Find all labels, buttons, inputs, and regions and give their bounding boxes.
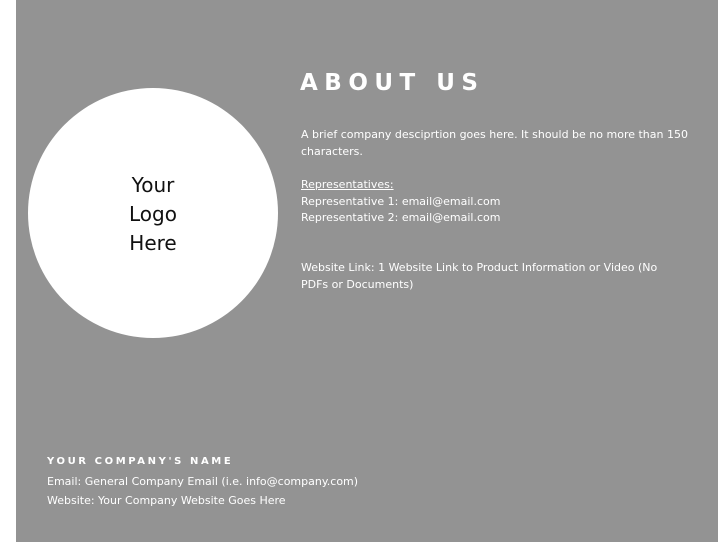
logo-text: Your Logo Here	[129, 172, 177, 255]
company-website: Website: Your Company Website Goes Here	[47, 494, 286, 507]
representatives-section: Representatives: Representative 1: email…	[301, 177, 701, 227]
representatives-heading: Representatives:	[301, 178, 394, 191]
about-title: ABOUT US	[300, 70, 485, 96]
company-description: A brief company desciprtion goes here. I…	[301, 128, 688, 158]
company-card: Your Logo Here ABOUT US A brief company …	[16, 0, 718, 542]
representative-1: Representative 1: email@email.com	[301, 194, 501, 208]
company-footer: YOUR COMPANY'S NAME Email: General Compa…	[47, 454, 358, 510]
company-email: Email: General Company Email (i.e. info@…	[47, 475, 359, 488]
website-link-text: Website Link: 1 Website Link to Product …	[301, 261, 658, 291]
logo-placeholder: Your Logo Here	[28, 88, 278, 338]
representative-2: Representative 2: email@email.com	[301, 211, 501, 224]
company-name: YOUR COMPANY'S NAME	[47, 456, 234, 467]
